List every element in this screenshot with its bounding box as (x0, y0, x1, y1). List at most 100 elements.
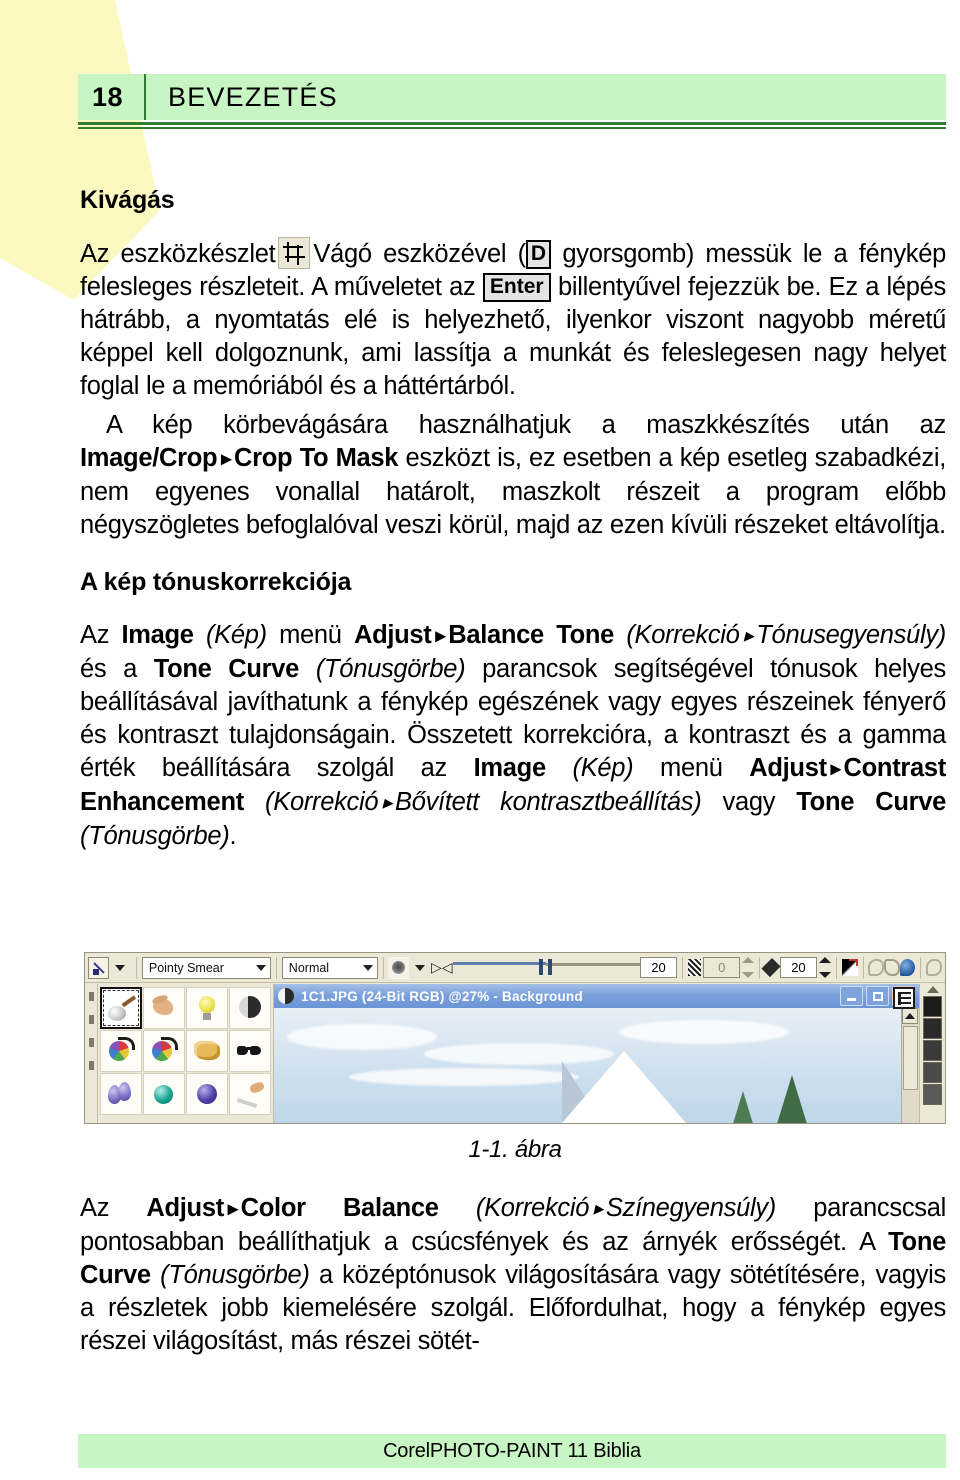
menu-tonusegyensuly: Tónusegyensúly) (756, 621, 946, 649)
paragraph-crop-intro: Az eszközkészlet Vágó eszközével (D gyors… (80, 237, 946, 403)
keycap-enter: Enter (482, 273, 551, 302)
palette-scroll-up-icon[interactable] (926, 986, 939, 993)
color-swatch[interactable] (923, 996, 942, 1017)
header-rule-thick (78, 122, 946, 125)
transparency-field[interactable]: 20 (640, 957, 677, 978)
soft-edge-spinner[interactable] (818, 957, 831, 978)
smear-tool[interactable] (100, 987, 142, 1029)
soft-edge-field[interactable]: 20 (779, 957, 817, 978)
nib-size-slider-secondary[interactable] (546, 957, 641, 979)
dock-grip[interactable] (88, 1038, 94, 1047)
brush-tool-dropdown-icon[interactable] (115, 964, 126, 971)
smudge-knife-tool[interactable] (229, 1073, 271, 1115)
figure-caption: 1-1. ábra (468, 1136, 562, 1163)
menu-arrow-icon-4: ▸ (830, 758, 841, 780)
blur-drop-tool[interactable] (100, 1073, 142, 1115)
nib-size-slider[interactable] (452, 957, 547, 979)
menu-arrow-icon-3: ▸ (743, 625, 754, 647)
hue-replacer-tool[interactable] (143, 1030, 185, 1072)
smudge-knife-tool-icon (235, 1080, 266, 1108)
tone-p7: . (229, 822, 237, 850)
dock-rail[interactable] (85, 984, 98, 1123)
menu-image-hu-2: (Kép) (572, 754, 634, 782)
gradient-icon[interactable] (841, 959, 858, 976)
chevron-down-icon[interactable] (256, 964, 266, 971)
color-palette-strip[interactable] (919, 984, 945, 1123)
feather-field[interactable]: 0 (703, 957, 741, 978)
vertical-scrollbar[interactable] (901, 1008, 919, 1123)
sharpen-ball-tool-icon (149, 1080, 179, 1108)
maximize-button[interactable] (866, 986, 889, 1006)
menu-adjust-1: Adjust (353, 621, 432, 649)
link-size-icon[interactable]: ▷◁ (431, 957, 453, 979)
figure-block: Pointy Smear Normal ▷◁ 20 0 20 1C1.JPG (… (84, 952, 946, 1164)
image-canvas[interactable] (274, 1008, 901, 1123)
chevron-down-icon[interactable] (362, 964, 373, 971)
orbit-ghost-icon[interactable] (884, 959, 901, 976)
prop-bar-separator (136, 956, 137, 979)
scroll-up-button[interactable] (902, 1008, 918, 1024)
heading-tonuskorrekcio: A kép tónuskorrekciója (80, 568, 352, 596)
docker-toggle-icon[interactable] (893, 987, 915, 1009)
feather-spinner[interactable] (741, 957, 755, 978)
menu-balance-tone: Balance Tone (448, 621, 615, 649)
color-swatch[interactable] (923, 1018, 942, 1039)
tint-glasses-tool-icon (235, 1037, 265, 1065)
undither-ball-tool[interactable] (186, 1073, 228, 1115)
dock-grip[interactable] (88, 992, 94, 1001)
application-screenshot: Pointy Smear Normal ▷◁ 20 0 20 1C1.JPG (… (84, 952, 946, 1124)
scrollbar-thumb[interactable] (903, 1026, 918, 1090)
color-swatch[interactable] (923, 1084, 942, 1105)
smudge-hand-tool[interactable] (143, 987, 185, 1029)
sharpen-ball-tool[interactable] (143, 1073, 185, 1115)
tone-p6: vagy (701, 788, 797, 816)
menu-crop-to-mask: Crop To Mask (234, 444, 399, 472)
header-band: 18 BEVEZETÉS (78, 74, 946, 120)
tint-glasses-tool[interactable] (229, 1030, 271, 1072)
contrast-sphere-tool-icon (235, 994, 265, 1022)
cloud-shape (286, 1024, 437, 1051)
color-swatch[interactable] (923, 1062, 942, 1083)
brush-type-combo[interactable]: Pointy Smear (141, 956, 271, 979)
hue-wheel-tool[interactable] (100, 1030, 142, 1072)
heading-kivagas: Kivágás (80, 186, 175, 214)
dock-grip[interactable] (88, 1061, 94, 1070)
spiral-ghost-icon[interactable] (926, 959, 943, 976)
contrast-sphere-tool[interactable] (229, 987, 271, 1029)
prop-bar-separator (382, 956, 384, 979)
soft-edge-icon (761, 957, 781, 978)
smudge-hand-tool-icon (149, 993, 179, 1022)
pine-tree (775, 1075, 808, 1123)
paragraph-tone: Az Image (Kép) menü Adjust ▸ Balance Tone … (80, 619, 946, 853)
nib-shape-icon[interactable] (388, 956, 410, 979)
document-titlebar[interactable]: 1C1.JPG (24-Bit RGB) @27% - Background × (274, 984, 919, 1008)
menu-adjust-3: Adjust (146, 1194, 224, 1222)
crop-mask-lead: A kép körbevágására használhatjuk a masz… (106, 411, 946, 439)
menu-image-hu-1: (Kép) (205, 621, 267, 649)
effect-tool-palette (98, 984, 274, 1123)
content-column: Kivágás Az eszközkészlet Vágó eszközével … (80, 186, 946, 859)
brush-tool-icon[interactable] (88, 956, 110, 979)
tone-p1: Az (80, 621, 122, 649)
nib-dropdown-icon[interactable] (415, 964, 426, 971)
pine-tree (731, 1091, 754, 1123)
feather-icon (687, 959, 702, 976)
tone-p3: és a (80, 655, 154, 683)
prop-bar-separator (920, 956, 922, 979)
stroke-ghost-icon[interactable] (868, 959, 885, 976)
minimize-button[interactable] (840, 986, 863, 1006)
merge-mode-combo[interactable]: Normal (281, 956, 378, 979)
keycap-d: D (525, 240, 552, 269)
menu-color-balance: Color Balance (240, 1194, 439, 1222)
blend-blob-icon[interactable] (900, 959, 916, 976)
prop-bar-separator (835, 956, 837, 979)
menu-adjust-2: Adjust (749, 754, 827, 782)
undither-ball-tool-icon (192, 1080, 222, 1108)
sponge-tool[interactable] (186, 1030, 228, 1072)
menu-image-1: Image (121, 621, 194, 649)
dock-grip[interactable] (88, 1015, 94, 1024)
color-swatch[interactable] (923, 1040, 942, 1061)
brightness-bulb-tool[interactable] (186, 987, 228, 1029)
application-body: 1C1.JPG (24-Bit RGB) @27% - Background × (85, 984, 945, 1123)
menu-arrow-icon-7: ▸ (593, 1198, 603, 1220)
